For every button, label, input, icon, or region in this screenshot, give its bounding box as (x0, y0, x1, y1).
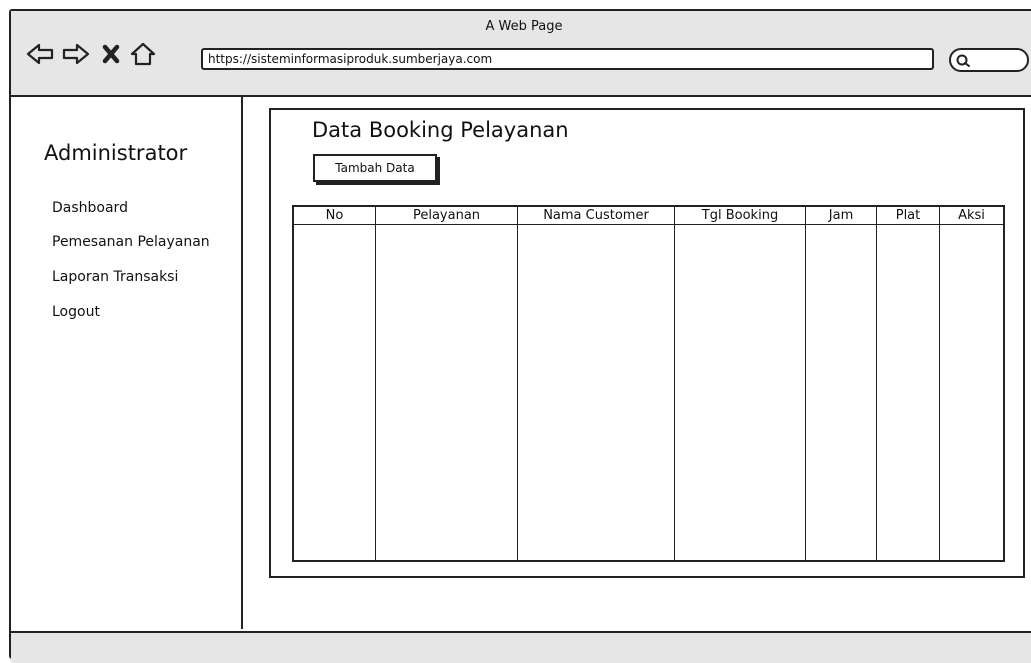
sidebar-divider (241, 95, 243, 629)
add-data-button[interactable]: Tambah Data (313, 154, 437, 182)
table-column: Pelayanan (376, 207, 518, 560)
table-column: Nama Customer (518, 207, 675, 560)
table-column: Jam (806, 207, 877, 560)
column-header-aksi[interactable]: Aksi (940, 207, 1003, 225)
sidebar-item-laporan-transaksi[interactable]: Laporan Transaksi (52, 269, 178, 285)
window-title: A Web Page (485, 19, 563, 34)
column-header-jam[interactable]: Jam (806, 207, 876, 225)
page-title: Data Booking Pelayanan (312, 118, 569, 142)
home-icon[interactable] (128, 41, 158, 67)
column-header-plat[interactable]: Plat (877, 207, 939, 225)
column-header-tgl-booking[interactable]: Tgl Booking (675, 207, 805, 225)
back-icon[interactable] (25, 41, 55, 67)
table-column: Aksi (940, 207, 1003, 560)
table-column: Plat (877, 207, 940, 560)
sidebar-item-pemesanan-pelayanan[interactable]: Pemesanan Pelayanan (52, 234, 210, 250)
sidebar-item-dashboard[interactable]: Dashboard (52, 200, 128, 216)
browser-window: A Web Page https://sisteminformasiproduk… (9, 9, 1031, 663)
search-icon (956, 54, 970, 67)
table-column: No (294, 207, 376, 560)
column-header-nama-customer[interactable]: Nama Customer (518, 207, 674, 225)
table-column: Tgl Booking (675, 207, 806, 560)
column-header-pelayanan[interactable]: Pelayanan (376, 207, 517, 225)
close-icon[interactable] (97, 41, 127, 67)
column-header-no[interactable]: No (294, 207, 375, 225)
browser-status-bar (11, 631, 1031, 663)
content-panel: Data Booking Pelayanan Tambah Data No Pe… (269, 108, 1025, 578)
sidebar-heading: Administrator (44, 141, 188, 165)
browser-chrome: A Web Page https://sisteminformasiproduk… (11, 11, 1031, 97)
url-bar[interactable]: https://sisteminformasiproduk.sumberjaya… (201, 48, 934, 70)
forward-icon[interactable] (61, 41, 91, 67)
sidebar-item-logout[interactable]: Logout (52, 304, 100, 320)
booking-table: No Pelayanan Nama Customer Tgl Booking J… (292, 205, 1005, 562)
search-box[interactable] (949, 48, 1029, 72)
